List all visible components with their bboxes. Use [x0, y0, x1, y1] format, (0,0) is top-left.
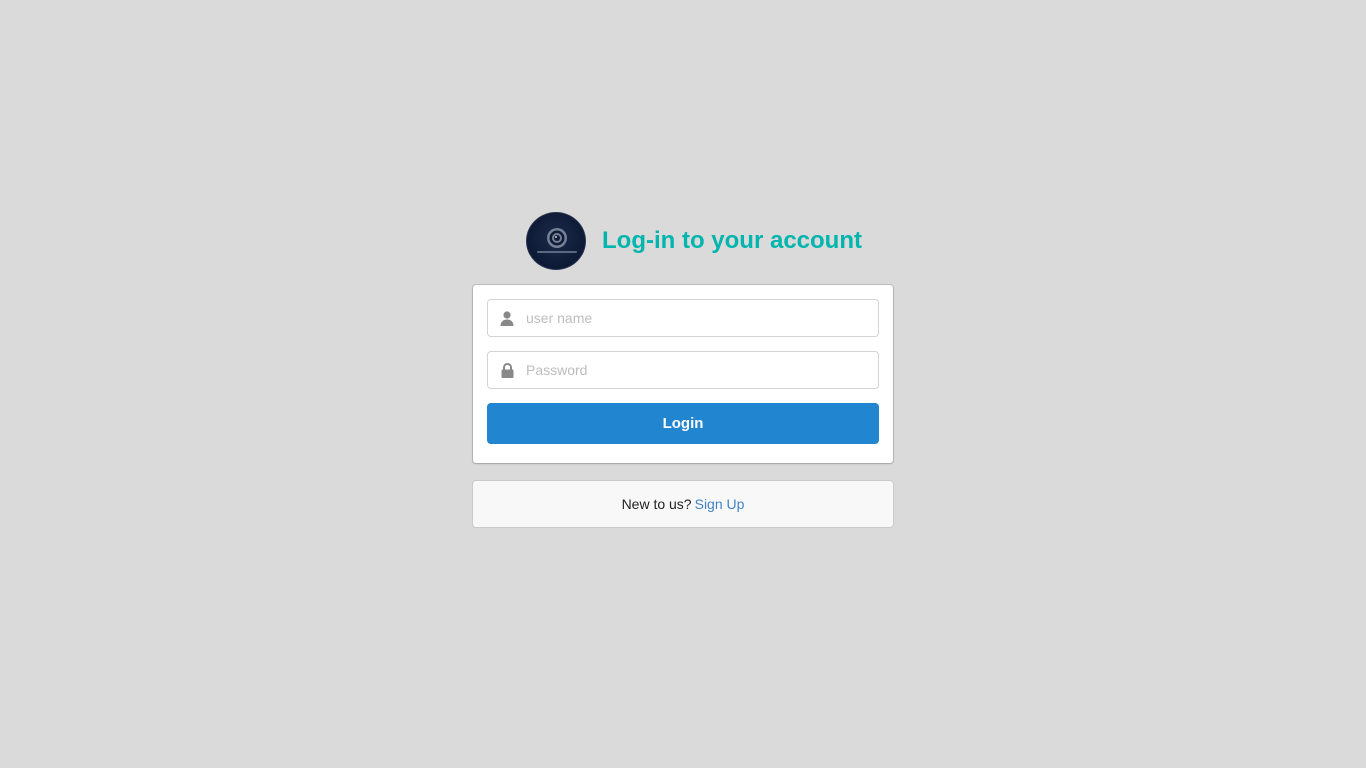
username-field[interactable] [487, 299, 879, 337]
password-field[interactable] [487, 351, 879, 389]
login-header: Log-in to your account [526, 212, 862, 270]
password-input[interactable] [526, 352, 876, 388]
login-form: Login [473, 285, 893, 463]
lock-icon [488, 352, 526, 388]
user-icon [488, 300, 526, 336]
signup-message: New to us? Sign Up [472, 480, 894, 528]
login-button[interactable]: Login [487, 403, 879, 444]
username-input[interactable] [526, 300, 876, 336]
brand-logo [526, 212, 586, 270]
camera-lens-logo-icon [537, 228, 577, 253]
signup-prompt: New to us? [621, 496, 692, 512]
page-title: Log-in to your account [602, 227, 862, 254]
signup-link[interactable]: Sign Up [695, 496, 745, 512]
